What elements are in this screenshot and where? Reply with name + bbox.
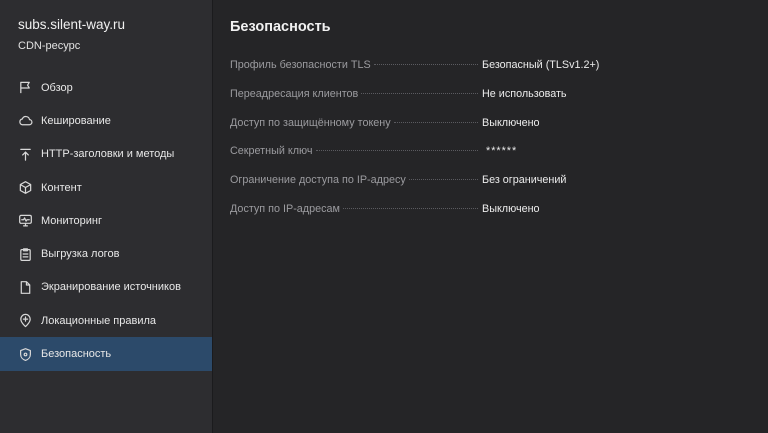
property-row-tls-profile: Профиль безопасности TLS Безопасный (TLS… — [230, 51, 690, 80]
property-row-ip-restriction: Ограничение доступа по IP-адресу Без огр… — [230, 166, 690, 195]
sidebar-nav: Обзор Кеширование HTTP-заголовки и метод… — [0, 71, 212, 371]
sidebar-item-location-rules[interactable]: Локационные правила — [0, 304, 212, 337]
property-key: Секретный ключ — [230, 145, 313, 158]
dotted-leader — [393, 121, 478, 123]
sidebar: subs.silent-way.ru CDN-ресурс Обзор Кеши… — [0, 0, 213, 433]
cloud-icon — [17, 113, 33, 129]
sidebar-item-origin-shielding[interactable]: Экранирование источников — [0, 271, 212, 304]
property-value: Выключено — [482, 202, 540, 215]
dotted-leader — [373, 64, 478, 66]
arrow-up-bar-icon — [17, 146, 33, 162]
sidebar-item-http-headers[interactable]: HTTP-заголовки и методы — [0, 138, 212, 171]
sidebar-item-label: Кеширование — [41, 114, 111, 127]
cube-icon — [17, 180, 33, 196]
sidebar-item-monitoring[interactable]: Мониторинг — [0, 204, 212, 237]
main-panel: Безопасность Профиль безопасности TLS Бе… — [213, 0, 768, 433]
resource-type-label: CDN-ресурс — [18, 40, 81, 52]
sidebar-item-label: Обзор — [41, 81, 73, 94]
sidebar-item-caching[interactable]: Кеширование — [0, 104, 212, 137]
sidebar-item-content[interactable]: Контент — [0, 171, 212, 204]
property-value: Без ограничений — [482, 174, 567, 187]
property-key: Переадресация клиентов — [230, 88, 359, 101]
sidebar-item-label: Экранирование источников — [41, 281, 181, 294]
sidebar-item-label: Мониторинг — [41, 214, 103, 227]
dotted-leader — [342, 207, 478, 209]
sidebar-item-label: Безопасность — [41, 348, 112, 361]
page-title: Безопасность — [230, 19, 331, 35]
property-value: Выключено — [482, 116, 540, 129]
resource-domain: subs.silent-way.ru — [18, 17, 126, 32]
flag-icon — [17, 80, 33, 96]
sidebar-item-label: Выгрузка логов — [41, 248, 120, 261]
sidebar-item-security[interactable]: Безопасность — [0, 337, 212, 371]
sidebar-item-label: Локационные правила — [41, 314, 157, 327]
property-key: Профиль безопасности TLS — [230, 59, 371, 72]
property-key: Ограничение доступа по IP-адресу — [230, 174, 406, 187]
sidebar-item-overview[interactable]: Обзор — [0, 71, 212, 104]
monitor-icon — [17, 213, 33, 229]
property-key: Доступ по защищённому токену — [230, 116, 391, 129]
sidebar-item-label: HTTP-заголовки и методы — [41, 148, 175, 161]
property-key: Доступ по IP-адресам — [230, 202, 340, 215]
property-value: Не использовать — [482, 88, 567, 101]
property-value: ****** — [486, 145, 518, 158]
property-row-secure-token: Доступ по защищённому токену Выключено — [230, 108, 690, 137]
sidebar-item-label: Контент — [41, 181, 82, 194]
app-window: subs.silent-way.ru CDN-ресурс Обзор Кеши… — [0, 0, 768, 433]
security-properties: Профиль безопасности TLS Безопасный (TLS… — [230, 51, 690, 223]
sidebar-item-log-export[interactable]: Выгрузка логов — [0, 237, 212, 270]
location-plus-icon — [17, 313, 33, 329]
property-row-secret-key: Секретный ключ ****** — [230, 137, 690, 166]
property-row-ip-access: Доступ по IP-адресам Выключено — [230, 194, 690, 223]
dotted-leader — [408, 179, 478, 181]
property-row-client-redirect: Переадресация клиентов Не использовать — [230, 80, 690, 109]
dotted-leader — [361, 93, 478, 95]
shield-icon — [17, 346, 33, 362]
dotted-leader — [315, 150, 478, 152]
document-icon — [17, 279, 33, 295]
clipboard-icon — [17, 246, 33, 262]
property-value: Безопасный (TLSv1.2+) — [482, 59, 600, 72]
